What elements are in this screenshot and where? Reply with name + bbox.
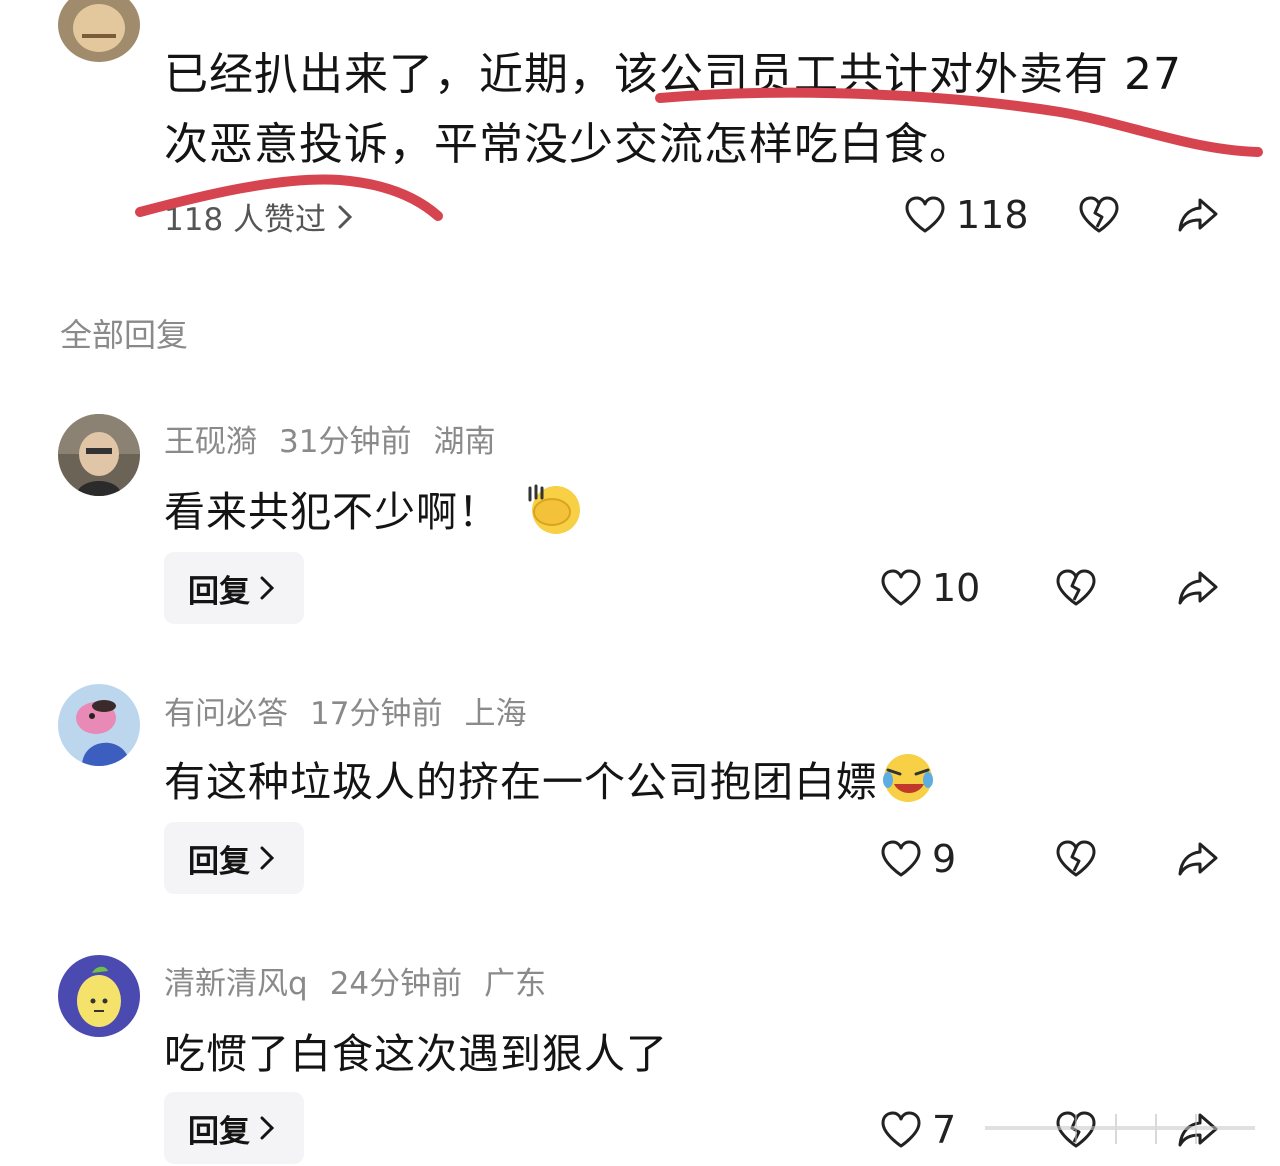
reply-button[interactable]: 回复 (164, 822, 304, 894)
reply-button[interactable]: 回复 (164, 1092, 304, 1164)
dislike-button[interactable] (1055, 568, 1097, 608)
avatar[interactable] (58, 414, 140, 496)
share-button[interactable] (1176, 840, 1220, 878)
chevron-right-icon (260, 1116, 274, 1140)
reply-content: 看来共犯不少啊！ (164, 478, 584, 538)
section-title: 全部回复 (60, 316, 189, 354)
like-count: 10 (932, 566, 981, 610)
heart-icon (880, 1110, 922, 1150)
chevron-right-icon (260, 846, 274, 870)
reply-button[interactable]: 回复 (164, 552, 304, 624)
avatar[interactable] (58, 955, 140, 1037)
location: 广东 (484, 966, 547, 1002)
username[interactable]: 有问必答 (164, 696, 288, 732)
reply-label: 回复 (188, 573, 250, 610)
timestamp: 24分钟前 (329, 966, 463, 1002)
like-count: 7 (932, 1108, 957, 1152)
reply-meta: 清新清风q 24分钟前 广东 (164, 958, 568, 1003)
rofl-emoji-icon (878, 750, 938, 806)
like-button[interactable]: 10 (880, 566, 980, 610)
reply-text: 看来共犯不少啊！ (164, 488, 500, 536)
heart-icon (880, 568, 922, 608)
timestamp: 17分钟前 (310, 696, 443, 732)
broken-heart-icon (1056, 840, 1096, 877)
location: 湖南 (433, 424, 496, 460)
chevron-right-icon (260, 576, 274, 600)
share-arrow-icon (1178, 842, 1218, 876)
reply-content: 有这种垃圾人的挤在一个公司抱团白嫖 (164, 748, 938, 808)
share-arrow-icon (1178, 571, 1218, 605)
dislike-button[interactable] (1055, 839, 1097, 879)
location: 上海 (464, 696, 527, 732)
reply-text: 吃惯了白食这次遇到狠人了 (164, 1030, 668, 1078)
like-count: 9 (932, 837, 957, 881)
share-button[interactable] (1176, 569, 1220, 607)
username[interactable]: 王砚漪 (164, 424, 257, 460)
reply-label: 回复 (188, 1113, 250, 1150)
facepalm-emoji-icon (524, 480, 584, 536)
broken-heart-icon (1056, 569, 1096, 606)
avatar[interactable] (58, 684, 140, 766)
like-button[interactable]: 7 (880, 1108, 956, 1152)
heart-icon (880, 839, 922, 879)
reply-meta: 王砚漪 31分钟前 湖南 (164, 416, 517, 461)
reply-content: 吃惯了白食这次遇到狠人了 (164, 1020, 668, 1080)
watermark-overlay (985, 1108, 1255, 1148)
username[interactable]: 清新清风q (164, 966, 308, 1002)
reply-meta: 有问必答 17分钟前 上海 (164, 688, 548, 733)
timestamp: 31分钟前 (279, 424, 412, 460)
reply-text: 有这种垃圾人的挤在一个公司抱团白嫖 (164, 758, 878, 806)
like-button[interactable]: 9 (880, 837, 956, 881)
annotation-underline (135, 87, 1263, 221)
reply-label: 回复 (188, 843, 250, 880)
